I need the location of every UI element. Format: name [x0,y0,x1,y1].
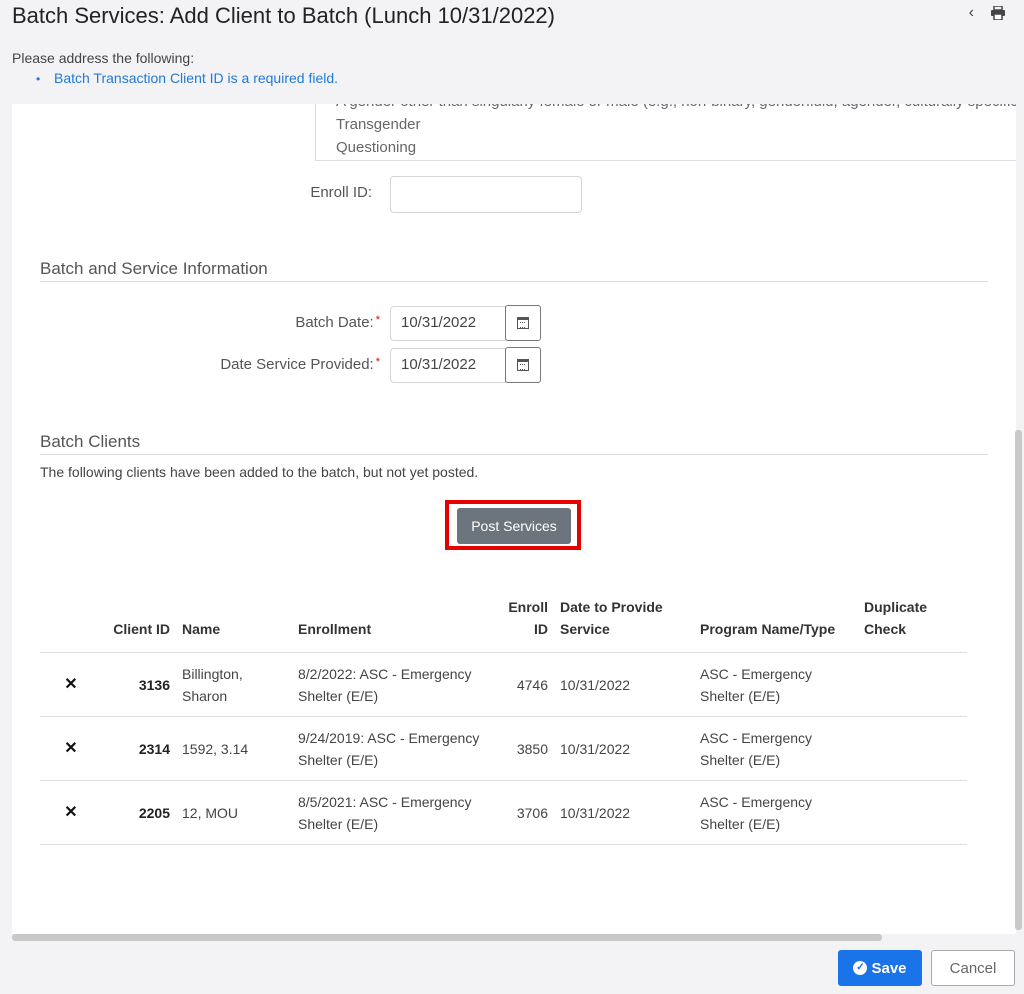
cell-client-id: 2314 [102,716,176,781]
gender-option[interactable]: Transgender [316,113,1016,136]
col-header-date: Date to Provide Service [560,599,663,637]
cell-enrollment: 8/2/2022: ASC - Emergency Shelter (E/E) [292,652,500,717]
remove-client-icon[interactable]: ✕ [40,716,102,781]
form-panel: A gender other than singularly female or… [12,104,1016,934]
service-date-input[interactable]: 10/31/2022 [390,348,506,383]
batch-date-calendar-button[interactable] [505,305,541,341]
alert-intro: Please address the following: [12,50,195,66]
cell-date: 10/31/2022 [554,780,694,845]
cancel-button[interactable]: Cancel [931,950,1015,986]
col-header-duplicate: Duplicate Check [864,599,928,637]
cell-name: Billington, Sharon [176,652,292,717]
enroll-id-label: Enroll ID: [310,184,372,201]
cell-client-id: 2205 [102,780,176,845]
vertical-scrollbar[interactable] [1015,430,1022,930]
section-divider [40,454,988,455]
cell-enrollment: 8/5/2021: ASC - Emergency Shelter (E/E) [292,780,500,845]
bullet-icon: • [36,72,41,86]
cell-program: ASC - Emergency Shelter (E/E) [694,716,858,781]
header-actions: ‹ [969,4,1006,22]
gender-option[interactable]: Questioning [316,136,1016,159]
cell-enroll-id: 4746 [500,652,554,717]
section-title-batch-service: Batch and Service Information [40,259,268,278]
cell-enroll-id: 3850 [500,716,554,781]
calendar-icon [517,359,529,371]
batch-date-input[interactable]: 10/31/2022 [390,306,506,341]
cell-duplicate [858,780,967,845]
cell-duplicate [858,652,967,717]
gender-listbox[interactable]: A gender other than singularly female or… [315,104,1016,161]
col-header-delete [40,592,102,653]
batch-clients-table: Client ID Name Enrollment Enroll ID Date… [40,592,967,845]
printer-icon[interactable] [990,5,1006,21]
col-header-enroll-id: Enroll ID [508,599,548,637]
cell-date: 10/31/2022 [554,652,694,717]
remove-client-icon[interactable]: ✕ [40,780,102,845]
cell-enrollment: 9/24/2019: ASC - Emergency Shelter (E/E) [292,716,500,781]
col-header-name: Name [182,621,221,637]
cell-duplicate [858,716,967,781]
service-date-calendar-button[interactable] [505,347,541,383]
post-services-button[interactable]: Post Services [457,508,571,544]
batch-clients-note: The following clients have been added to… [40,464,479,480]
table-row: ✕ 2314 1592, 3.14 9/24/2019: ASC - Emerg… [40,716,967,781]
check-circle-icon: ✓ [853,961,868,975]
col-header-client-id: Client ID [113,621,170,637]
section-divider [40,281,988,282]
cell-enroll-id: 3706 [500,780,554,845]
cell-program: ASC - Emergency Shelter (E/E) [694,652,858,717]
col-header-enrollment: Enrollment [298,621,372,637]
cell-name: 12, MOU [176,780,292,845]
chevron-left-icon[interactable]: ‹ [969,4,974,22]
service-date-label: Date Service Provided: * [220,356,380,373]
alert-list: • Batch Transaction Client ID is a requir… [36,70,338,86]
save-button[interactable]: ✓ Save [838,950,922,986]
remove-client-icon[interactable]: ✕ [40,652,102,717]
enroll-id-input[interactable] [390,176,582,213]
cell-date: 10/31/2022 [554,716,694,781]
horizontal-scrollbar[interactable] [12,934,882,941]
table-row: ✕ 3136 Billington, Sharon 8/2/2022: ASC … [40,652,967,717]
col-header-program: Program Name/Type [700,621,836,637]
gender-option[interactable]: A gender other than singularly female or… [316,104,1016,113]
section-title-batch-clients: Batch Clients [40,432,141,451]
page-title: Batch Services: Add Client to Batch (Lun… [12,3,555,28]
cell-program: ASC - Emergency Shelter (E/E) [694,780,858,845]
table-row: ✕ 2205 12, MOU 8/5/2021: ASC - Emergency… [40,780,967,845]
batch-date-label: Batch Date: * [295,314,380,331]
alert-item: Batch Transaction Client ID is a require… [54,70,339,86]
calendar-icon [517,317,529,329]
cell-name: 1592, 3.14 [176,716,292,781]
cell-client-id: 3136 [102,652,176,717]
